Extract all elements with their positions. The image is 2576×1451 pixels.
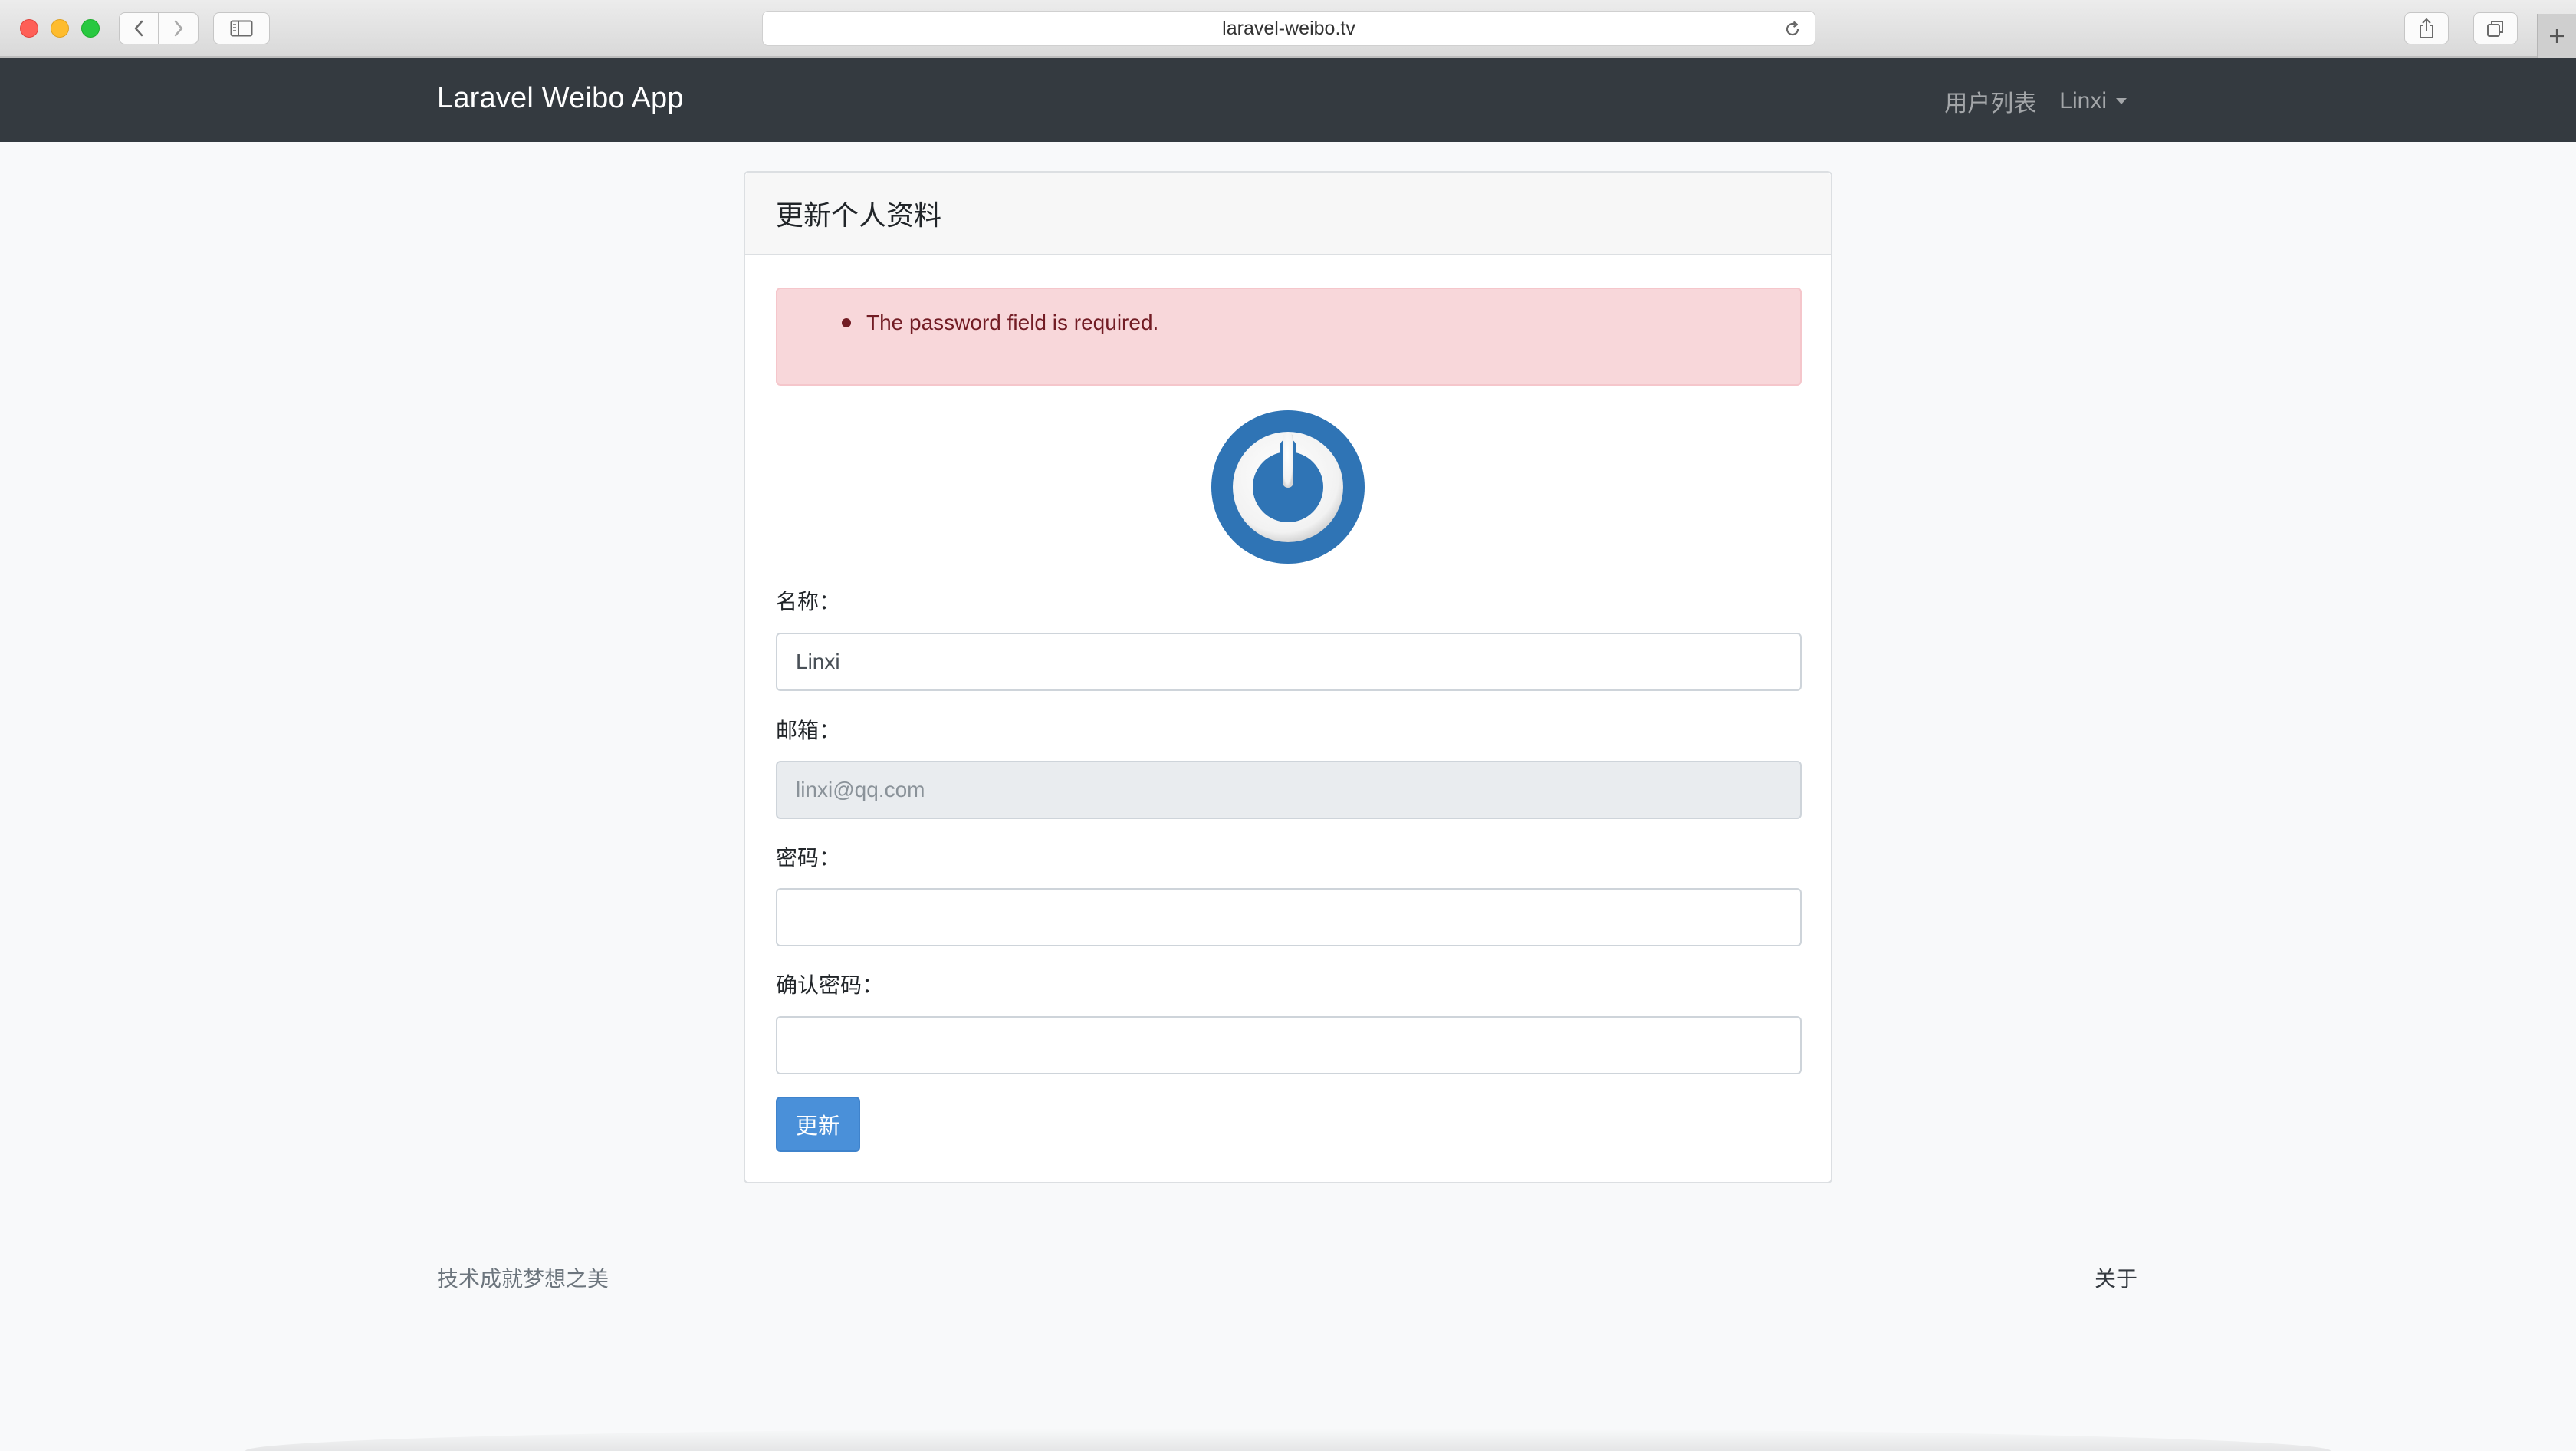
top-navbar: Laravel Weibo App 用户列表 Linxi xyxy=(0,58,2576,142)
password-label: 密码： xyxy=(776,846,841,870)
plus-icon xyxy=(2550,28,2564,43)
user-name: Linxi xyxy=(2059,88,2107,114)
card-title: 更新个人资料 xyxy=(776,199,942,231)
address-bar[interactable]: laravel-weibo.tv xyxy=(762,11,1815,46)
new-tab-button[interactable] xyxy=(2537,14,2576,58)
url-text: laravel-weibo.tv xyxy=(1222,17,1355,39)
email-input xyxy=(776,761,1802,819)
reload-icon[interactable] xyxy=(1783,19,1802,39)
forward-button[interactable] xyxy=(159,12,199,44)
caret-down-icon xyxy=(2116,98,2127,104)
gravatar-power-icon xyxy=(1211,410,1365,564)
browser-toolbar: laravel-weibo.tv xyxy=(0,0,2576,58)
name-label: 名称： xyxy=(776,590,841,614)
bullet-icon xyxy=(842,318,851,327)
footer-slogan: 技术成就梦想之美 xyxy=(437,1267,610,1291)
chevron-right-icon xyxy=(174,20,182,37)
navbar-links: 用户列表 Linxi xyxy=(1944,84,2127,118)
history-nav xyxy=(119,12,199,44)
share-button[interactable] xyxy=(2404,12,2449,44)
card-header: 更新个人资料 xyxy=(745,173,1831,255)
share-icon xyxy=(2420,18,2433,38)
error-alert: The password field is required. xyxy=(776,288,1802,386)
edit-profile-card: 更新个人资料 The password field is required. 名… xyxy=(744,171,1832,1183)
zoom-window-button[interactable] xyxy=(81,19,100,38)
window-bottom-shadow xyxy=(245,1428,2331,1451)
password-confirmation-label: 确认密码： xyxy=(776,973,884,997)
user-dropdown-toggle[interactable]: Linxi xyxy=(2059,88,2127,114)
error-item: The password field is required. xyxy=(842,311,1158,335)
sidebar-toggle-button[interactable] xyxy=(213,12,270,44)
password-input[interactable] xyxy=(776,888,1802,946)
tabs-overview-button[interactable] xyxy=(2473,12,2518,44)
password-confirmation-input[interactable] xyxy=(776,1016,1802,1074)
email-label: 邮箱： xyxy=(776,719,841,742)
error-message: The password field is required. xyxy=(866,311,1159,334)
about-link[interactable]: 关于 xyxy=(2095,1262,2137,1293)
close-window-button[interactable] xyxy=(20,19,38,38)
avatar[interactable] xyxy=(1211,410,1365,564)
minimize-window-button[interactable] xyxy=(51,19,69,38)
users-list-link[interactable]: 用户列表 xyxy=(1944,84,2036,118)
sidebar-icon xyxy=(230,20,253,37)
name-input[interactable] xyxy=(776,633,1802,691)
brand-link[interactable]: Laravel Weibo App xyxy=(437,82,684,115)
chevron-left-icon xyxy=(134,20,143,37)
back-button[interactable] xyxy=(119,12,159,44)
update-button[interactable]: 更新 xyxy=(776,1097,860,1152)
tabs-icon xyxy=(2487,21,2503,37)
